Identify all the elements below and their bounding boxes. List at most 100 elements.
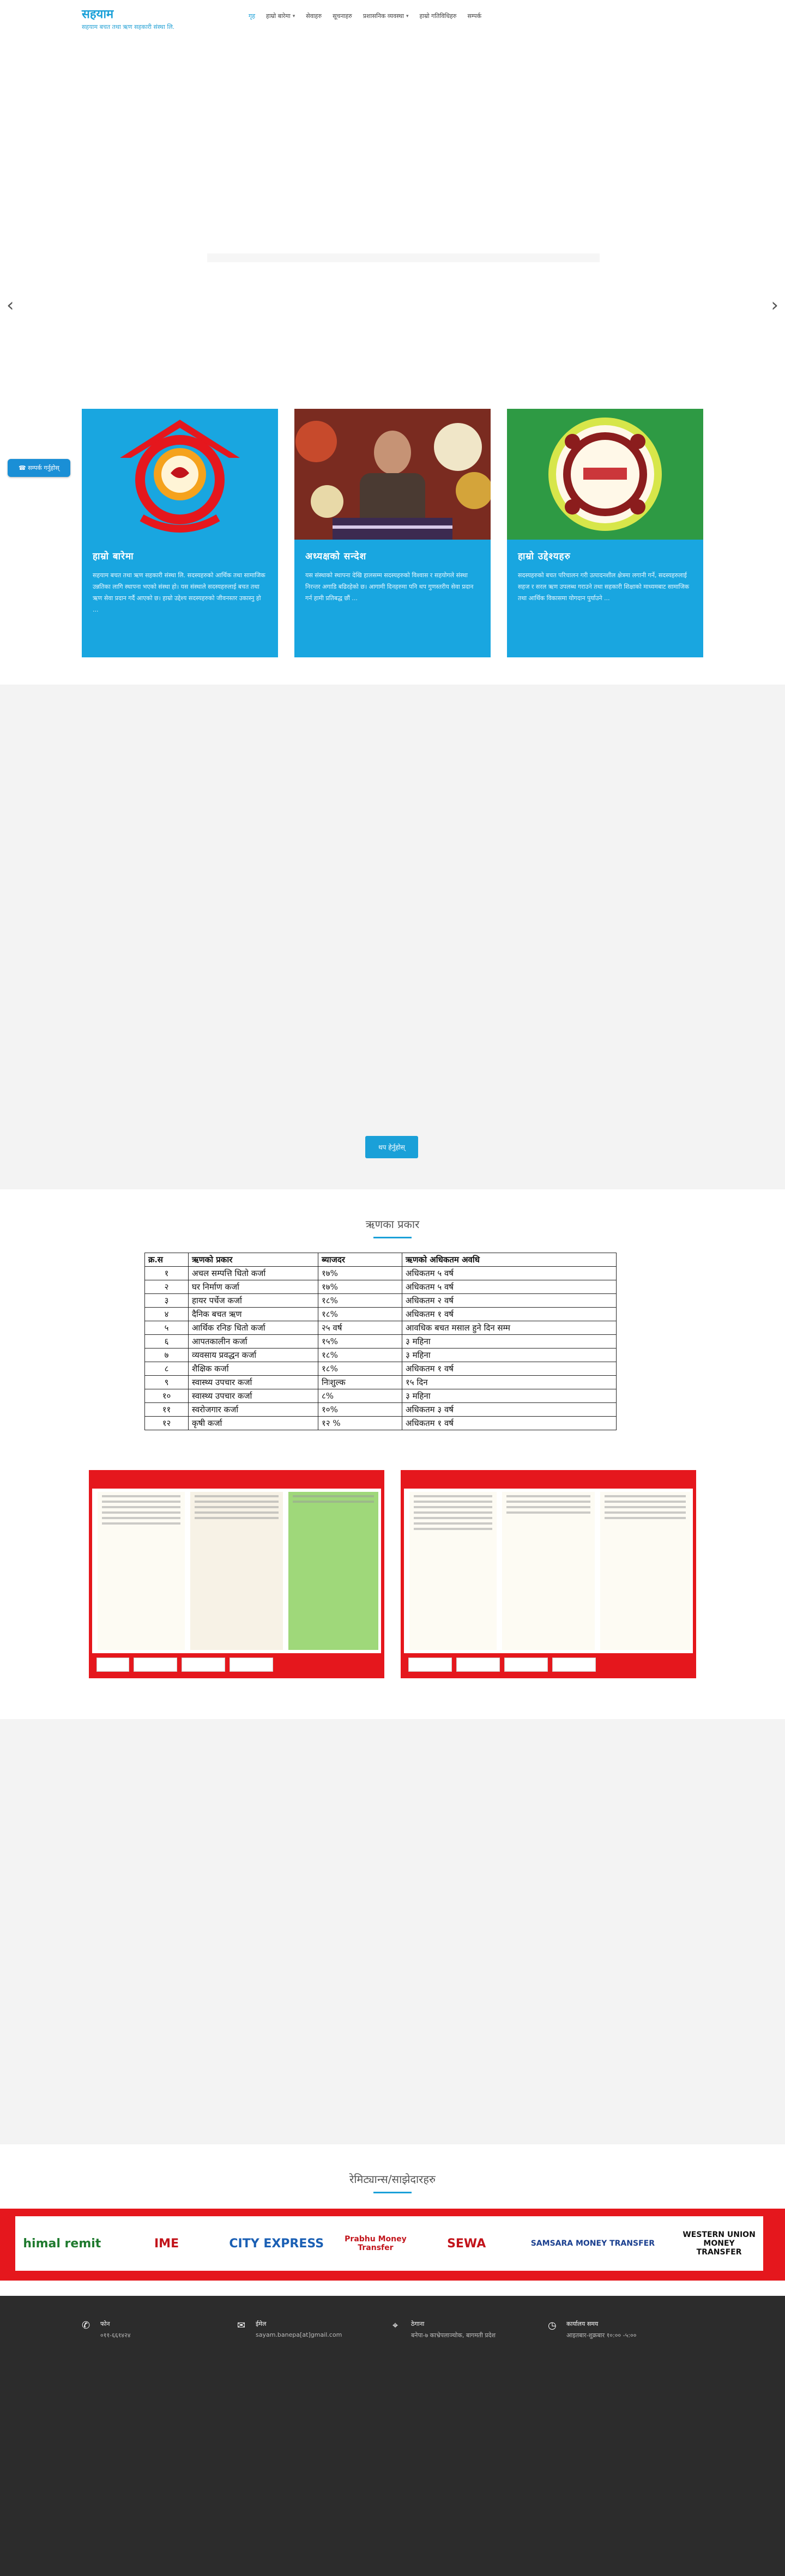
footer-info-3: ◷ कार्यालय समय आइतबार-शुक्रबार १०:०० -५:०० [548,2320,703,2339]
nav-item-5[interactable]: हाम्रो गतिविधिहरु [414,10,462,22]
feature-cards: हाम्रो बारेमा सहयाम बचत तथा ऋण सहकारी सं… [82,409,703,657]
table-cell: ३ महिना [402,1389,617,1403]
nav-label: सूचनाहरु [333,13,352,20]
table-cell: अधिकतम २ वर्ष [402,1293,617,1308]
section-title: रेमिट्यान्स/साझेदारहरु [349,2173,436,2186]
view-more-button[interactable]: थप हेर्नुहोस् [365,1136,418,1158]
table-cell: आपतकालीन कर्जा [188,1334,318,1349]
nav-label: हाम्रो बारेमा [266,13,291,20]
table-cell: अधिकतम १ वर्ष [402,1416,617,1430]
table-cell: १७% [318,1280,402,1294]
chevron-down-icon: ▾ [292,13,295,19]
table-cell: अधिकतम ३ वर्ष [402,1402,617,1417]
footer-label: फोन [100,2320,110,2327]
contact-button[interactable]: ☎ सम्पर्क गर्नुहोस् [8,459,70,477]
table-row: २ घर निर्माण कर्जा १७% अधिकतम ५ वर्ष [144,1280,617,1294]
table-cell: १८% [318,1348,402,1362]
card-text: यस संस्थाको स्थापना देखि हालसम्म सदस्यहर… [305,572,474,602]
table-cell: ८% [318,1389,402,1403]
footer-label: कार्यालय समय [566,2320,599,2327]
partners-section: रेमिट्यान्स/साझेदारहरु himal remit IME CIT… [0,2144,785,2296]
card-about[interactable]: हाम्रो बारेमा सहयाम बचत तथा ऋण सहकारी सं… [82,409,278,657]
chevron-right-icon[interactable]: › [771,294,778,316]
table-cell: ७ [144,1348,189,1362]
table-cell: हायर पर्चेज कर्जा [188,1293,318,1308]
table-cell: १८% [318,1307,402,1321]
gallery-section [0,1719,785,2144]
partner-logo: himal remit [23,2236,101,2251]
table-row: ८ शैक्षिक कर्जा १८% अधिकतम १ वर्ष [144,1362,617,1376]
table-cell: १ [144,1266,189,1280]
site-footer: ✆ फोन ०११-६६१४२४ ✉ ईमेल sayam.banepa[at]gmail… [0,2296,785,2576]
partner-logo: CITY EXPRESS [229,2236,324,2251]
table-cell: १७% [318,1266,402,1280]
table-cell: शैक्षिक कर्जा [188,1362,318,1376]
table-cell: ८ [144,1362,189,1376]
footer-value: ०११-६६१४२४ [100,2332,131,2339]
partner-logo: SEWA [447,2236,486,2251]
partner-logo: WESTERN UNION MONEY TRANSFER [683,2230,756,2257]
table-cell: स्वरोजगार कर्जा [188,1402,318,1417]
table-cell: स्वास्थ्य उपचार कर्जा [188,1389,318,1403]
table-cell: घर निर्माण कर्जा [188,1280,318,1294]
nav-label: प्रशासनिक व्यवस्था [363,13,404,20]
nav-item-1[interactable]: हाम्रो बारेमा ▾ [261,10,300,22]
table-cell: ६ [144,1334,189,1349]
table-cell: १५ दिन [402,1375,617,1389]
table-cell: आवधिक बचत मसाल हुने दिन सम्म [402,1321,617,1335]
footer-info-1: ✉ ईमेल sayam.banepa[at]gmail.com [237,2320,392,2339]
table-header-cell: ऋणको प्रकार [188,1253,318,1267]
nav-item-2[interactable]: सेवाहरु [300,10,327,22]
card-message[interactable]: अध्यक्षको सन्देश यस संस्थाको स्थापना देख… [294,409,491,657]
table-cell: १८% [318,1293,402,1308]
table-row: १० स्वास्थ्य उपचार कर्जा ८% ३ महिना [144,1389,617,1403]
partner-banner: himal remit IME CITY EXPRESS Prabhu Money T… [0,2209,785,2281]
table-cell: अधिकतम ५ वर्ष [402,1266,617,1280]
site-title[interactable]: सहयाम [82,5,174,22]
site-header: सहयाम सहयाम बचत तथा ऋण सहकारी संस्था लि.… [0,0,785,44]
table-cell: अधिकतम १ वर्ष [402,1362,617,1376]
card-objectives[interactable]: हाम्रो उद्देश्यहरु सदस्यहरुको बचत परिचाल… [507,409,703,657]
table-cell: ९ [144,1375,189,1389]
table-cell: अधिकतम ५ वर्ष [402,1280,617,1294]
location-icon: ⌖ [392,2320,398,2331]
table-row: ६ आपतकालीन कर्जा १५% ३ महिना [144,1334,617,1349]
footer-value[interactable]: sayam.banepa[at]gmail.com [256,2331,342,2338]
brochure-back[interactable] [401,1470,696,1678]
card-image-logo [82,409,278,540]
table-cell: अचल सम्पत्ति धितो कर्जा [188,1266,318,1280]
nav-item-4[interactable]: प्रशासनिक व्यवस्था ▾ [358,10,414,22]
table-row: १२ कृषी कर्जा १२ % अधिकतम १ वर्ष [144,1416,617,1430]
footer-label: ठेगाना [411,2320,425,2327]
footer-value: बनेपा-७ काभ्रेपलाञ्चोक, बागमती प्रदेश [411,2332,496,2339]
table-cell: व्यवसाय प्रवद्धन कर्जा [188,1348,318,1362]
nav-label: हाम्रो गतिविधिहरु [419,13,457,20]
table-row: ७ व्यवसाय प्रवद्धन कर्जा १८% ३ महिना [144,1348,617,1362]
brand[interactable]: सहयाम सहयाम बचत तथा ऋण सहकारी संस्था लि. [82,5,174,31]
table-header-cell: क्र.स [144,1253,189,1267]
table-row: ४ दैनिक बचत ऋण १८% अधिकतम १ वर्ष [144,1307,617,1321]
table-cell: १२ % [318,1416,402,1430]
footer-info-2: ⌖ ठेगाना बनेपा-७ काभ्रेपलाञ्चोक, बागमती प्… [392,2320,548,2339]
table-cell: १५% [318,1334,402,1349]
brochure-images [89,1470,696,1678]
brochure-front[interactable] [89,1470,384,1678]
table-cell: २ [144,1280,189,1294]
nav-item-3[interactable]: सूचनाहरु [327,10,358,22]
nav-item-0[interactable]: गृह [243,10,261,22]
chevron-down-icon: ▾ [406,13,409,19]
partner-logo: SAMSARA MONEY TRANSFER [530,2239,655,2248]
table-cell: दैनिक बचत ऋण [188,1307,318,1321]
phone-icon: ✆ [82,2320,90,2331]
card-title: हाम्रो बारेमा [93,551,134,562]
table-cell: स्वास्थ्य उपचार कर्जा [188,1375,318,1389]
nav-item-6[interactable]: सम्पर्क [462,10,487,22]
news-section: थप हेर्नुहोस् [0,685,785,1189]
hero-slider: ‹ › [0,44,785,409]
chevron-left-icon[interactable]: ‹ [7,294,14,316]
site-tagline: सहयाम बचत तथा ऋण सहकारी संस्था लि. [82,23,175,31]
card-text: सदस्यहरुको बचत परिचालन गरी उत्पादनशील क्… [518,572,690,602]
table-cell: ४ [144,1307,189,1321]
table-cell: ३ महिना [402,1334,617,1349]
table-row: ११ स्वरोजगार कर्जा १०% अधिकतम ३ वर्ष [144,1402,617,1417]
